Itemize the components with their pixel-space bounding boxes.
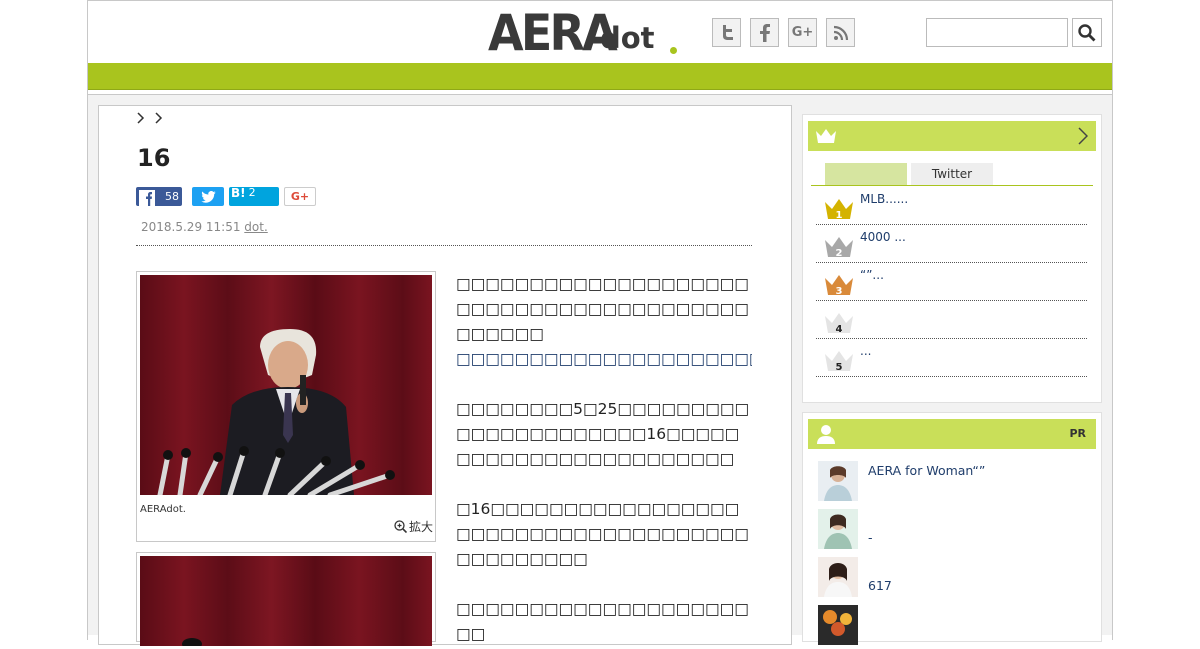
pr-image bbox=[818, 509, 858, 549]
ranking-item[interactable]: 1 MLB...... bbox=[816, 186, 1087, 225]
pr-thumbnail[interactable] bbox=[818, 605, 858, 645]
crown-icon bbox=[816, 129, 836, 143]
facebook-icon bbox=[139, 190, 155, 206]
pr-item-title[interactable]: - bbox=[868, 530, 873, 545]
enlarge-photo-button[interactable]: 拡大 bbox=[394, 518, 433, 535]
article-photo[interactable] bbox=[140, 275, 432, 495]
article-dateline: 2018.5.29 11:51 dot. bbox=[141, 220, 268, 234]
pr-image bbox=[818, 605, 858, 645]
twitter-share-button[interactable] bbox=[192, 187, 224, 206]
pr-label: PR bbox=[1069, 427, 1086, 440]
facebook-icon bbox=[759, 23, 770, 42]
search-button[interactable] bbox=[1072, 18, 1102, 47]
enlarge-label: 拡大 bbox=[409, 520, 434, 534]
twitter-button[interactable] bbox=[712, 18, 741, 47]
rss-button[interactable] bbox=[826, 18, 855, 47]
pr-thumbnail[interactable] bbox=[818, 557, 858, 597]
site-logo[interactable]: AERA dot bbox=[488, 4, 677, 62]
google-plus-share-button[interactable]: G+ bbox=[284, 187, 316, 206]
chevron-right-icon bbox=[137, 112, 145, 124]
twitter-bird-icon bbox=[200, 190, 216, 203]
pr-header: PR bbox=[808, 419, 1096, 449]
google-plus-button[interactable]: G+ bbox=[788, 18, 817, 47]
search-input[interactable] bbox=[926, 18, 1068, 47]
article-date: 2018.5.29 11:51 bbox=[141, 220, 241, 234]
logo-dot-mark bbox=[670, 47, 677, 54]
rank-2-crown-icon: 2 bbox=[825, 237, 853, 258]
svg-text:5: 5 bbox=[836, 362, 843, 372]
chevron-right-icon bbox=[1078, 127, 1088, 145]
article-photo-2[interactable] bbox=[140, 556, 432, 646]
svg-text:3: 3 bbox=[836, 286, 843, 296]
pr-item-title[interactable]: 617 bbox=[868, 578, 892, 593]
rank-3-crown-icon: 3 bbox=[825, 275, 853, 296]
ranking-tab-access[interactable] bbox=[825, 163, 907, 185]
article-source-link[interactable]: dot. bbox=[244, 220, 267, 234]
pr-thumbnail[interactable] bbox=[818, 461, 858, 501]
breadcrumb-separator bbox=[137, 112, 145, 128]
google-plus-icon: G+ bbox=[791, 25, 814, 40]
ranking-header[interactable] bbox=[808, 121, 1096, 151]
site-header: AERA dot G+ bbox=[88, 0, 1112, 63]
global-nav-bar bbox=[88, 63, 1112, 90]
pr-image bbox=[818, 461, 858, 501]
logo-main: AERA bbox=[488, 4, 618, 62]
ranking-item[interactable]: 3 “”... bbox=[816, 262, 1087, 301]
article-title: 16 bbox=[137, 144, 171, 172]
ranking-item-title: “”... bbox=[860, 268, 884, 282]
svg-text:4: 4 bbox=[836, 324, 843, 334]
svg-text:1: 1 bbox=[836, 210, 843, 220]
twitter-icon bbox=[722, 24, 733, 40]
facebook-share-count: 58 bbox=[165, 190, 179, 203]
article-photo-frame bbox=[136, 271, 436, 542]
divider bbox=[136, 245, 752, 246]
ranking-tab-twitter[interactable]: Twitter bbox=[911, 163, 993, 185]
hatena-bookmark-button[interactable]: B! 2 bbox=[229, 185, 279, 206]
google-plus-icon: G+ bbox=[290, 190, 310, 203]
rank-1-crown-icon: 1 bbox=[825, 199, 853, 220]
svg-text:2: 2 bbox=[836, 248, 843, 258]
hatena-icon: B! bbox=[231, 185, 246, 200]
ranking-item-title: MLB...... bbox=[860, 192, 909, 206]
article-photo-frame-2 bbox=[136, 552, 436, 646]
photo-caption: AERAdot. bbox=[140, 504, 186, 515]
pr-item-title[interactable]: AERA for Woman“” bbox=[868, 463, 985, 478]
ranking-item[interactable]: 4 bbox=[816, 300, 1087, 339]
person-icon bbox=[817, 425, 835, 444]
rank-4-crown-icon: 4 bbox=[825, 313, 853, 334]
rank-5-crown-icon: 5 bbox=[825, 351, 853, 372]
rss-icon bbox=[833, 25, 848, 40]
facebook-button[interactable] bbox=[750, 18, 779, 47]
pr-image bbox=[818, 557, 858, 597]
article-related-link[interactable]: □□□□□□□□□□□□□□□□□□□□□□□ bbox=[456, 347, 752, 372]
article-paragraph: □16□□□□□□□□□□□□□□□□□□□□□□□□□□□□□□□□□□□□□… bbox=[456, 500, 749, 568]
ranking-item-title: ... bbox=[860, 344, 872, 358]
ranking-item[interactable]: 2 4000 ... bbox=[816, 224, 1087, 263]
logo-sub: dot bbox=[600, 21, 655, 55]
pr-thumbnail[interactable] bbox=[818, 509, 858, 549]
zoom-in-icon bbox=[394, 520, 407, 533]
facebook-share-button[interactable]: 58 bbox=[136, 187, 182, 206]
breadcrumb-separator bbox=[155, 112, 163, 128]
chevron-right-icon bbox=[155, 112, 163, 124]
article-paragraph: □□□□□□□□5□25□□□□□□□□□□□□□□□□□□□□□□16□□□□… bbox=[456, 400, 750, 468]
ranking-item[interactable]: 5 ... bbox=[816, 338, 1087, 377]
article-paragraph: □□□□□□□□□□□□□□□□□□□□□□□□□□□□□□□□□□□□□□□□… bbox=[456, 275, 749, 343]
article-paragraph: □□□□□□□□□□□□□□□□□□□□□□ bbox=[456, 600, 749, 643]
ranking-tab-label: Twitter bbox=[931, 167, 973, 181]
hatena-count: 2 bbox=[248, 186, 256, 199]
ranking-item-title: 4000 ... bbox=[860, 230, 906, 244]
search-icon bbox=[1078, 23, 1096, 41]
